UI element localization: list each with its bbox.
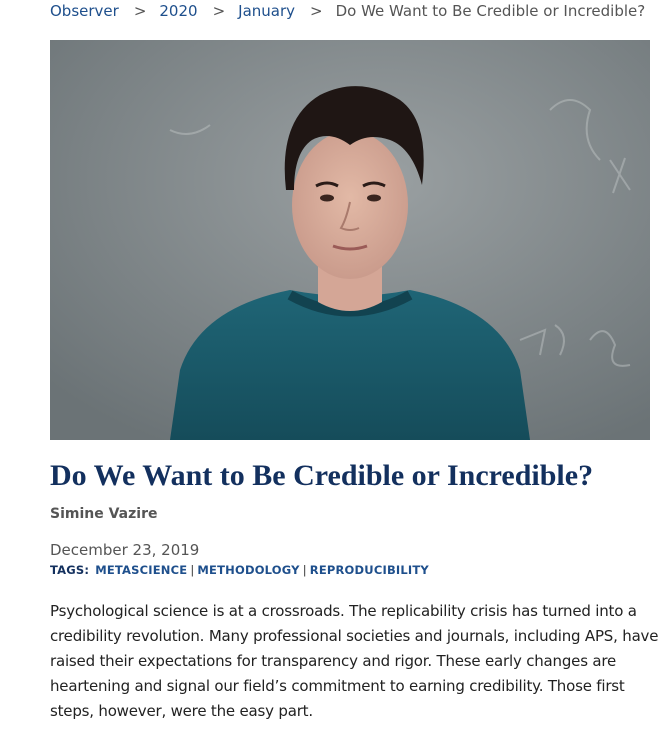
breadcrumb: Observer > 2020 > January > Do We Want t…	[50, 0, 645, 22]
portrait-illustration	[50, 40, 650, 440]
breadcrumb-january-link[interactable]: January	[238, 2, 295, 20]
article-title: Do We Want to Be Credible or Incredible?	[50, 459, 594, 492]
article-paragraph: Psychological science is at a crossroads…	[50, 602, 659, 720]
article-tags: TAGS: METASCIENCE | METHODOLOGY | REPROD…	[50, 563, 432, 577]
breadcrumb-separator: >	[310, 2, 323, 20]
article-author[interactable]: Simine Vazire	[50, 506, 157, 522]
tag-reproducibility-link[interactable]: REPRODUCIBILITY	[307, 563, 432, 577]
breadcrumb-current: Do We Want to Be Credible or Incredible?	[335, 2, 646, 20]
breadcrumb-separator: >	[133, 2, 147, 20]
tag-metascience-link[interactable]: METASCIENCE	[95, 563, 190, 577]
tag-methodology-link[interactable]: METHODOLOGY	[194, 563, 302, 577]
breadcrumb-2020-link[interactable]: 2020	[159, 2, 197, 20]
tags-label: TAGS:	[50, 563, 90, 577]
breadcrumb-separator: >	[212, 2, 226, 20]
breadcrumb-observer-link[interactable]: Observer	[50, 2, 119, 20]
hero-image	[50, 40, 650, 440]
article-date: December 23, 2019	[50, 541, 200, 559]
